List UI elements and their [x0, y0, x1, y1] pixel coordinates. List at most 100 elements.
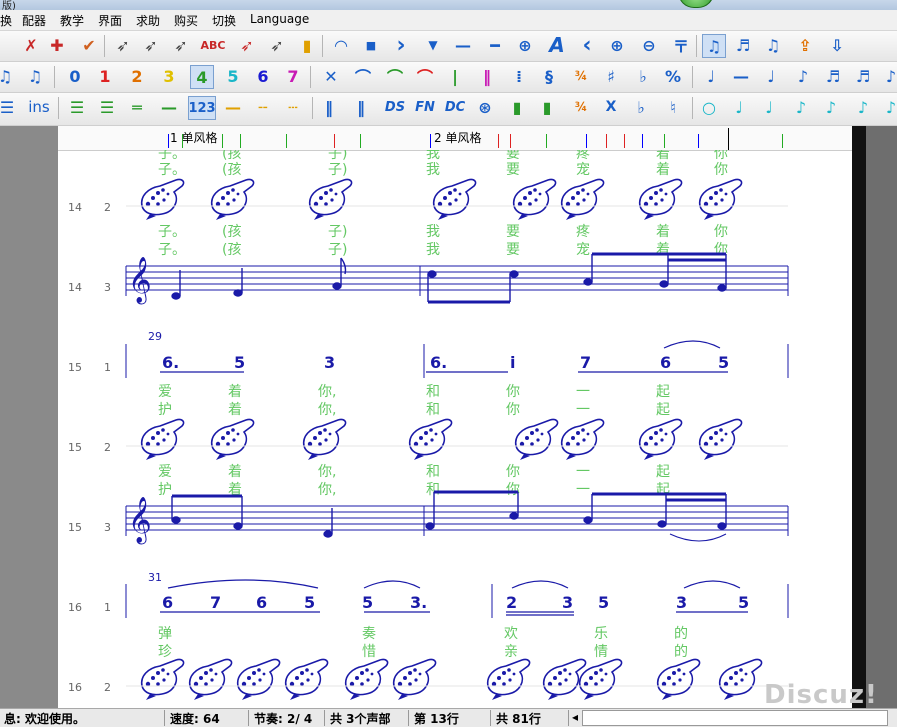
dash-orange-icon[interactable]: ╌	[252, 96, 274, 118]
breath-icon[interactable]: ⌒	[414, 65, 436, 87]
quarter-cyan-icon[interactable]: ♩	[728, 96, 750, 118]
number-3-icon[interactable]: 3	[158, 65, 180, 87]
beam-icon[interactable]: ♬	[732, 34, 754, 56]
menu-item-interface[interactable]: 界面	[98, 12, 122, 29]
beam-left-icon[interactable]: ♫	[0, 65, 16, 87]
number-0-icon[interactable]: 0	[64, 65, 86, 87]
app-orb-icon[interactable]	[678, 0, 714, 8]
short-line-icon[interactable]: —	[452, 34, 474, 56]
add-voice-icon[interactable]: ⊕	[606, 34, 628, 56]
fn-button[interactable]: FN	[412, 96, 438, 118]
staff-5-icon[interactable]: ☰	[66, 96, 88, 118]
number-7-icon[interactable]: 7	[282, 65, 304, 87]
segno-icon[interactable]: §	[538, 65, 560, 87]
sharp-icon[interactable]: ♯	[600, 65, 622, 87]
bar-green1-icon[interactable]: ▮	[506, 96, 528, 118]
number-5-icon[interactable]: 5	[222, 65, 244, 87]
menu-lines-icon[interactable]: ☰	[0, 96, 18, 118]
square-icon[interactable]: ■	[360, 34, 382, 56]
eighth-note-icon[interactable]: ♪	[792, 65, 814, 87]
color-bars-icon[interactable]: ▮	[296, 34, 318, 56]
menu-item-teaching[interactable]: 教学	[60, 12, 84, 29]
repeat-start-icon[interactable]: ‖	[318, 96, 340, 118]
score-canvas[interactable]: 14 2 14 3 15 1 15 2 15 3 16 1 16 2 29 31…	[58, 150, 852, 708]
remove-voice-icon[interactable]: ⊖	[638, 34, 660, 56]
double-flat-icon[interactable]: ♭	[630, 96, 652, 118]
repeat-icon[interactable]: ⁞	[508, 65, 530, 87]
menu-item-orchestration[interactable]: 配器	[22, 12, 46, 29]
measure-ruler[interactable]: 1 单风格 2 单风格	[58, 126, 852, 151]
flat-icon[interactable]: ♭	[632, 65, 654, 87]
menu-item-change[interactable]: 换	[0, 12, 12, 29]
spell-check-icon[interactable]: ABC	[201, 34, 226, 56]
menu-item-buy[interactable]: 购买	[174, 12, 198, 29]
eighth-cyan2-icon[interactable]: ♪	[820, 96, 842, 118]
crosshair-icon[interactable]: ⊕	[514, 34, 536, 56]
upload-icon[interactable]: ⇪	[794, 34, 816, 56]
staff-1-icon[interactable]: —	[158, 96, 180, 118]
delete-x-icon[interactable]: ✕	[320, 65, 342, 87]
repeat-end-icon[interactable]: ‖	[350, 96, 372, 118]
eighth-notes-icon[interactable]: ♫	[702, 34, 726, 58]
percent-icon[interactable]: %	[662, 65, 684, 87]
whole-note-icon[interactable]: ○	[698, 96, 720, 118]
staff-2-icon[interactable]: ═	[126, 96, 148, 118]
number-4-icon[interactable]: 4	[190, 65, 214, 89]
select-color2-icon[interactable]: ➶	[140, 34, 162, 56]
bar-line-icon[interactable]: |	[444, 65, 466, 87]
cross-red-icon[interactable]: ✚	[46, 34, 68, 56]
numbered-notation-button[interactable]: 123	[188, 96, 216, 120]
staff-4-icon[interactable]: ☰	[96, 96, 118, 118]
dc-button[interactable]: DC	[442, 96, 468, 118]
number-1-icon[interactable]: 1	[94, 65, 116, 87]
x-button[interactable]: X	[600, 96, 622, 118]
dash-icon[interactable]: ▏	[0, 34, 14, 56]
ds-button[interactable]: DS	[382, 96, 408, 118]
insert-mode-button[interactable]: ins	[26, 96, 52, 118]
menu-item-language[interactable]: Language	[250, 12, 309, 26]
arc-icon[interactable]: ◠	[330, 34, 352, 56]
sixteenth-note-icon[interactable]: ♬	[822, 65, 844, 87]
double-bar-icon[interactable]: ‖	[476, 65, 498, 87]
slur-icon[interactable]: ⌒	[352, 65, 374, 87]
quarter-note-icon[interactable]: ♩	[700, 65, 722, 87]
triangle-down-icon[interactable]: ▼	[422, 34, 444, 56]
dots-orange-icon[interactable]: ┄	[282, 96, 304, 118]
chevron-right-icon[interactable]: ›	[390, 33, 412, 58]
scroll-left-icon[interactable]: ◂	[568, 710, 582, 726]
select-color1-icon[interactable]: ➶	[112, 34, 134, 56]
menu-item-help[interactable]: 求助	[136, 12, 160, 29]
beam-notes-icon[interactable]: ♫	[24, 65, 46, 87]
tie-icon[interactable]: ⌒	[384, 65, 406, 87]
thirty-second-note-icon[interactable]: ♬	[852, 65, 874, 87]
bar-green2-icon[interactable]: ▮	[536, 96, 558, 118]
chevron-left-icon[interactable]: ‹	[576, 33, 598, 58]
note-cyan-icon[interactable]: ♪	[880, 96, 897, 118]
number-6-icon[interactable]: 6	[252, 65, 274, 87]
meter-change-icon[interactable]: ¾	[570, 96, 592, 118]
text-a-icon[interactable]: A	[546, 33, 568, 57]
mark-red-icon[interactable]: ✗	[20, 34, 42, 56]
select-multi-icon[interactable]: ➶	[266, 34, 288, 56]
natural-icon[interactable]: ♮	[662, 96, 684, 118]
menu-item-switch[interactable]: 切换	[212, 12, 236, 29]
check-icon[interactable]: ✔	[78, 34, 100, 56]
notes-icon[interactable]: ♫	[762, 34, 784, 56]
voice-mark-icon[interactable]: 〒	[670, 34, 692, 56]
select-red-icon[interactable]: ➶	[236, 34, 258, 56]
eighth-cyan-icon[interactable]: ♪	[790, 96, 812, 118]
line-orange-icon[interactable]: —	[222, 96, 244, 118]
long-line-icon[interactable]: ━	[484, 34, 506, 56]
quarter-note-alt-icon[interactable]: ♩	[760, 65, 782, 87]
coda-icon[interactable]: ⊛	[474, 96, 496, 118]
jianpu-note: 5	[304, 593, 315, 612]
time-signature-icon[interactable]: ¾	[570, 65, 592, 87]
grace-note-icon[interactable]: ♪	[880, 65, 897, 87]
horizontal-scrollbar[interactable]	[582, 710, 888, 726]
select-color3-icon[interactable]: ➶	[170, 34, 192, 56]
quarter-cyan2-icon[interactable]: ♩	[758, 96, 780, 118]
number-2-icon[interactable]: 2	[126, 65, 148, 87]
half-dash-icon[interactable]: —	[730, 65, 752, 87]
download-icon[interactable]: ⇩	[826, 34, 848, 56]
sixteenth-cyan-icon[interactable]: ♪	[852, 96, 874, 118]
